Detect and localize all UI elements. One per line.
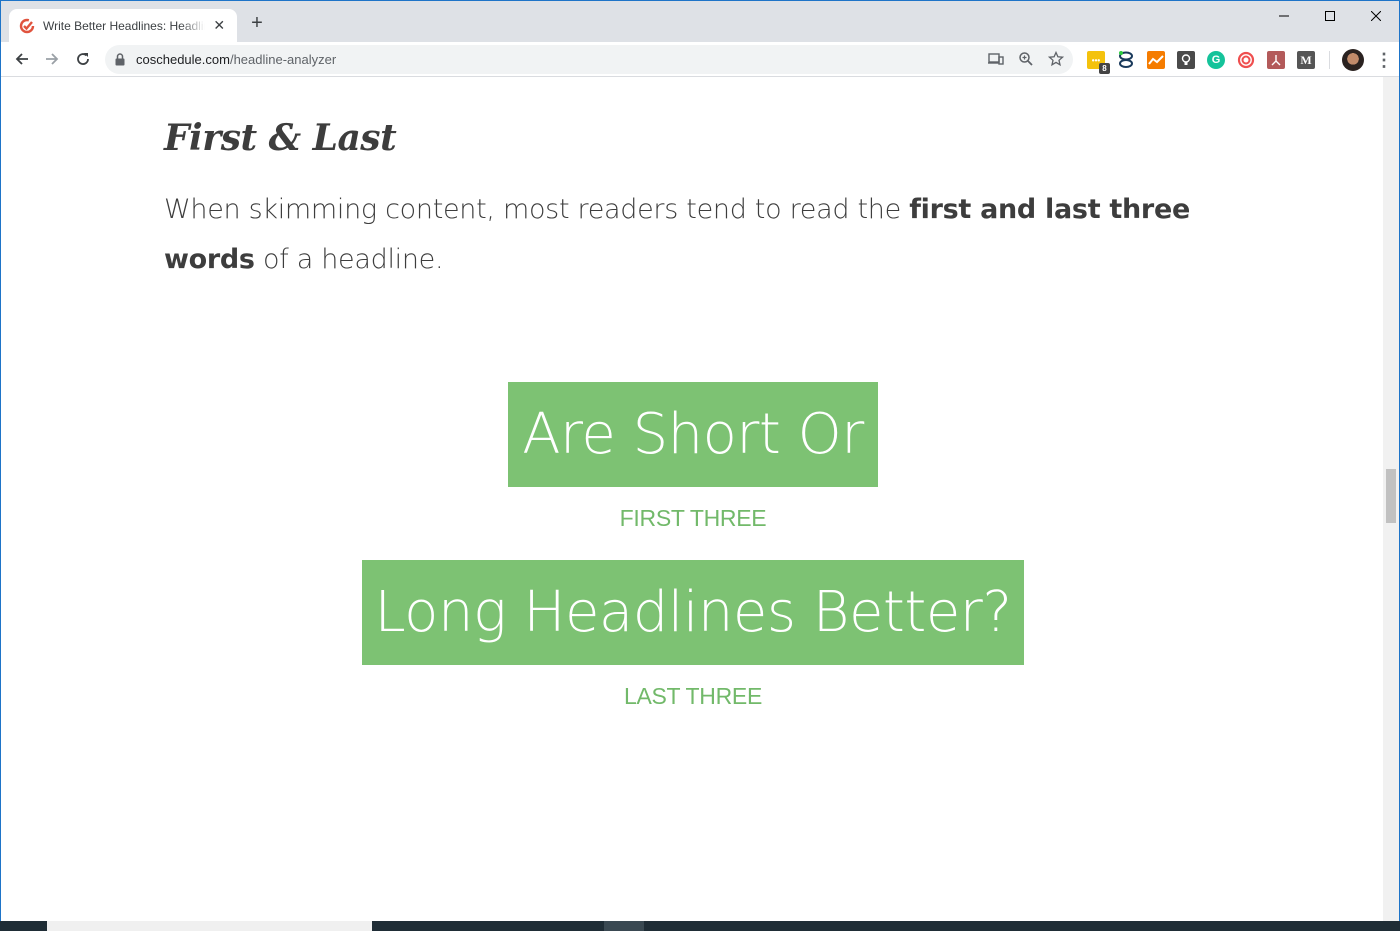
minimize-button[interactable]: [1261, 1, 1307, 31]
tab-headline-analyzer[interactable]: Write Better Headlines: Headline Analyze…: [9, 9, 237, 42]
section-description: When skimming content, most readers tend…: [164, 194, 1190, 275]
url-text: coschedule.com/headline-analyzer: [136, 52, 337, 67]
spiral-ext-icon[interactable]: [1237, 51, 1255, 69]
back-arrow-icon: [15, 53, 28, 65]
browser-menu-icon[interactable]: ⋮: [1375, 50, 1393, 70]
taskbar-search[interactable]: [47, 921, 372, 931]
cast-icon[interactable]: [987, 50, 1005, 68]
coschedule-check-icon: [19, 18, 35, 34]
extension-badge: 8: [1099, 63, 1110, 74]
back-button[interactable]: [9, 46, 35, 72]
taskbar-active-app[interactable]: [604, 921, 644, 931]
last-three-label: LAST THREE: [623, 683, 763, 709]
reload-icon: [77, 53, 89, 65]
headline-last-words: Long Headlines Better?: [362, 560, 1024, 665]
pdf-ext-icon[interactable]: [1267, 51, 1285, 69]
address-bar[interactable]: coschedule.com/headline-analyzer: [105, 45, 1073, 74]
forward-button[interactable]: [39, 46, 65, 72]
reload-button[interactable]: [70, 46, 96, 72]
toolbar-divider: [1329, 51, 1330, 69]
page-scrollbar[interactable]: [1383, 77, 1399, 922]
page-content: First & Last When skimming content, most…: [1, 77, 1385, 922]
medium-ext-icon[interactable]: M: [1297, 51, 1315, 69]
forward-arrow-icon: [46, 53, 59, 65]
browser-toolbar: coschedule.com/headline-analyzer ••• 8 G…: [1, 42, 1399, 77]
profile-avatar[interactable]: [1342, 49, 1364, 71]
bookmark-star-icon[interactable]: [1047, 50, 1065, 68]
lightbulb-ext-icon[interactable]: [1177, 51, 1195, 69]
yellow-ext-icon[interactable]: ••• 8: [1087, 51, 1110, 74]
headline-first-words: Are Short Or: [508, 382, 878, 487]
os-taskbar: [0, 921, 1400, 931]
tab-title: Write Better Headlines: Headline Analyze…: [43, 18, 205, 33]
scrollbar-thumb[interactable]: [1386, 469, 1396, 523]
browser-window: Write Better Headlines: Headline Analyze…: [0, 0, 1400, 931]
maximize-button[interactable]: [1307, 1, 1353, 31]
grammarly-icon[interactable]: G: [1207, 51, 1225, 69]
zoom-icon[interactable]: [1017, 50, 1035, 68]
first-three-label: FIRST THREE: [619, 505, 767, 531]
extensions-area: ••• 8 G M ⋮: [1087, 49, 1393, 74]
window-controls: [1261, 1, 1399, 31]
last-three-example: Long Headlines Better? LAST THREE: [1, 560, 1385, 710]
section-title: First & Last: [164, 117, 397, 159]
loop-ext-icon[interactable]: [1117, 51, 1135, 69]
close-window-button[interactable]: [1353, 1, 1399, 31]
analytics-ext-icon[interactable]: [1147, 51, 1165, 69]
lock-icon: [115, 53, 127, 67]
tab-close-icon[interactable]: ✕: [211, 17, 227, 34]
tab-strip: Write Better Headlines: Headline Analyze…: [1, 1, 1399, 42]
new-tab-button[interactable]: +: [247, 13, 267, 33]
first-three-example: Are Short Or FIRST THREE: [1, 382, 1385, 532]
